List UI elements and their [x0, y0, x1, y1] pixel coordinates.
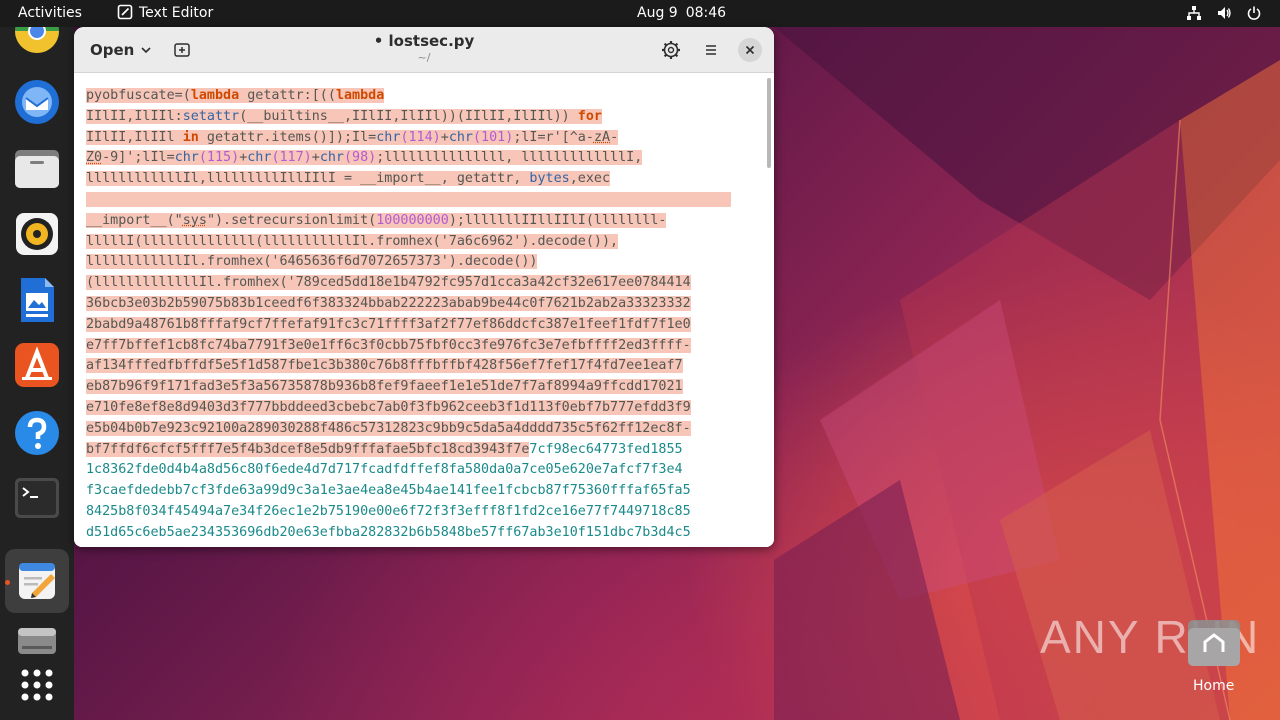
app-menu-button[interactable]: Text Editor [117, 4, 214, 21]
rhythmbox-icon[interactable] [12, 209, 62, 259]
writer-icon[interactable] [12, 275, 62, 325]
code-line: __import__("sys").setrecursionlimit(1000… [86, 212, 667, 228]
main-menu-button[interactable] [700, 39, 722, 61]
chevron-down-icon [141, 47, 151, 54]
show-apps-icon[interactable] [12, 660, 62, 710]
volume-icon [1218, 7, 1231, 19]
gear-icon [662, 41, 680, 59]
dock [0, 9, 74, 720]
code-line: Z0-9]';lIl=chr(115)+chr(117)+chr(98);lll… [86, 150, 643, 166]
open-button-label: Open [90, 41, 135, 59]
home-folder-label: Home [1193, 678, 1235, 694]
code-line: 2babd9a48761b8fffaf9cf7ffefaf91fc3c71fff… [86, 316, 691, 332]
code-line: llllllllllllIl,lllllllllIllIIlI = __impo… [86, 171, 611, 187]
code-line: (lllllllllllllIl.fromhex('789ced5dd18e1b… [86, 275, 691, 291]
date-label: Aug 9 [637, 5, 678, 21]
thunderbird-icon[interactable] [12, 76, 62, 126]
code-line: e7ff7bffef1cb8fc74ba7791f3e0e1ff6c3f0cbb… [86, 337, 691, 353]
code-line: lllllI(llllllllllllll(lllllllllllIl.from… [86, 233, 619, 249]
code-line: e5b04b0b7e923c92100a289030288f486c573128… [86, 420, 691, 436]
title-block: • lostsec.py ~/ [274, 32, 574, 64]
text-editor-window: Open • lostsec.py ~/ pyobfuscate=(lambda… [74, 27, 774, 547]
clock-button[interactable]: Aug 9 08:46 [637, 5, 726, 21]
document-title: • lostsec.py [373, 32, 475, 50]
text-editor-small-icon [117, 4, 133, 20]
code-line: 8425b8f034f45494a7e34f26ec1e2b75190e00e6… [86, 503, 691, 519]
code-view[interactable]: pyobfuscate=(lambda getattr:[((lambda IIl… [86, 86, 762, 544]
open-button[interactable]: Open [82, 35, 160, 65]
document-path: ~/ [417, 51, 431, 64]
code-line: bf7ffdf6cfcf5fff7e5f4b3dcef8e5db9fffafae… [86, 441, 683, 457]
chrome-icon[interactable] [12, 9, 62, 59]
system-tray[interactable] [1186, 5, 1262, 21]
home-folder-icon[interactable] [1186, 618, 1242, 668]
vertical-scrollbar[interactable] [767, 78, 771, 168]
code-line [86, 190, 762, 211]
close-icon [745, 45, 755, 55]
code-line: 36bcb3e03b2b59075b83b1ceedf6f383324bbab2… [86, 295, 691, 311]
close-button[interactable] [738, 38, 762, 62]
code-line: f3caefdedebb7cf3fde63a99d9c3a1e3ae4ea8e4… [86, 483, 691, 499]
network-icon [1187, 6, 1201, 20]
code-line: eb87b96f9f171fad3e5f3a56735878b936b8fef9… [86, 379, 683, 395]
code-line: pyobfuscate=(lambda getattr:[((lambda [86, 88, 385, 103]
settings-button[interactable] [660, 39, 682, 61]
time-label: 08:46 [685, 5, 727, 21]
code-line: llllllllllllIl.fromhex('6465636f6d707265… [86, 254, 538, 270]
code-line: d51d65c6eb5ae234353696db20e63efbba282832… [86, 524, 691, 540]
text-editor-icon[interactable] [5, 549, 69, 613]
code-line: af134fffedfbffdf5e5f1d587fbe1c3b380c76b8… [86, 358, 683, 374]
app-center-icon[interactable] [12, 340, 62, 390]
power-icon [1247, 6, 1261, 20]
terminal-icon[interactable] [12, 473, 62, 523]
new-tab-button[interactable] [170, 38, 194, 62]
activities-button[interactable]: Activities [18, 5, 82, 21]
code-line: e710fe8ef8e8d9403d3f777bbddeed3cbebc7ab0… [86, 399, 691, 415]
code-line: IIlII,IlIIl:setattr(__builtins__,IIlII,I… [86, 108, 602, 124]
help-icon[interactable] [12, 408, 62, 458]
text-editor-area[interactable]: pyobfuscate=(lambda getattr:[((lambda IIl… [74, 74, 774, 547]
header-bar: Open • lostsec.py ~/ [74, 27, 774, 73]
code-line: 1c8362fde0d4b4a8d56c80f6ede4d7d717fcadfd… [86, 462, 683, 478]
top-bar: Activities Text Editor Aug 9 08:46 [0, 0, 1280, 27]
new-tab-icon [174, 43, 190, 57]
drive-icon[interactable] [12, 620, 62, 660]
app-menu-label: Text Editor [139, 5, 214, 21]
code-line: IIlII,IlIIl in getattr.items()]);Il=chr(… [86, 129, 619, 145]
files-icon[interactable] [12, 144, 62, 194]
hamburger-menu-icon [706, 45, 716, 55]
running-indicator [5, 580, 10, 585]
